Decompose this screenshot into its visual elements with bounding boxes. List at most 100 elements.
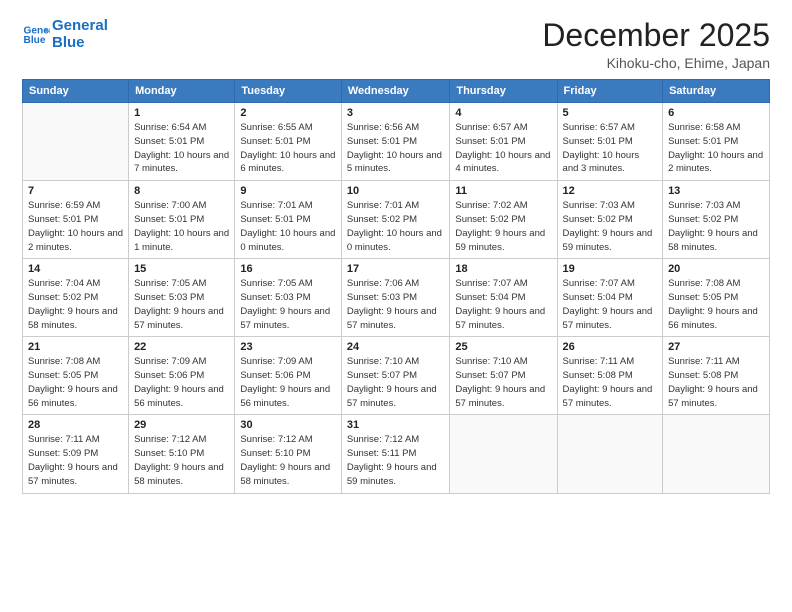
day-detail: Sunrise: 7:08 AMSunset: 5:05 PMDaylight:… — [668, 277, 764, 332]
day-number: 22 — [134, 341, 229, 353]
day-number: 10 — [347, 185, 445, 197]
day-detail: Sunrise: 7:01 AMSunset: 5:01 PMDaylight:… — [240, 199, 336, 254]
calendar-cell: 17 Sunrise: 7:06 AMSunset: 5:03 PMDayligh… — [341, 259, 450, 337]
calendar-week-row: 14 Sunrise: 7:04 AMSunset: 5:02 PMDayligh… — [23, 259, 770, 337]
day-detail: Sunrise: 7:02 AMSunset: 5:02 PMDaylight:… — [455, 199, 551, 254]
calendar-cell: 1Sunrise: 6:54 AMSunset: 5:01 PMDaylight… — [129, 103, 235, 181]
calendar-cell: 29 Sunrise: 7:12 AMSunset: 5:10 PMDayligh… — [129, 415, 235, 493]
calendar-cell: 12 Sunrise: 7:03 AMSunset: 5:02 PMDayligh… — [557, 181, 663, 259]
calendar-cell: 6 Sunrise: 6:58 AMSunset: 5:01 PMDaylight… — [663, 103, 770, 181]
calendar-cell: 14 Sunrise: 7:04 AMSunset: 5:02 PMDayligh… — [23, 259, 129, 337]
day-detail: Sunrise: 6:56 AMSunset: 5:01 PMDaylight:… — [347, 121, 445, 176]
day-detail: Sunrise: 7:04 AMSunset: 5:02 PMDaylight:… — [28, 277, 123, 332]
day-detail: Sunrise: 7:06 AMSunset: 5:03 PMDaylight:… — [347, 277, 445, 332]
title-block: December 2025 Kihoku-cho, Ehime, Japan — [542, 18, 770, 71]
logo-line2: Blue — [52, 34, 85, 51]
weekday-header-row: SundayMondayTuesdayWednesdayThursdayFrid… — [23, 80, 770, 103]
calendar-cell: 27 Sunrise: 7:11 AMSunset: 5:08 PMDayligh… — [663, 337, 770, 415]
calendar-cell: 2 Sunrise: 6:55 AMSunset: 5:01 PMDaylight… — [235, 103, 342, 181]
calendar-cell: 15Sunrise: 7:05 AMSunset: 5:03 PMDayligh… — [129, 259, 235, 337]
day-detail: Sunrise: 7:12 AMSunset: 5:10 PMDaylight:… — [240, 433, 336, 488]
calendar-cell: 26Sunrise: 7:11 AMSunset: 5:08 PMDayligh… — [557, 337, 663, 415]
calendar-cell: 10 Sunrise: 7:01 AMSunset: 5:02 PMDayligh… — [341, 181, 450, 259]
day-number: 13 — [668, 185, 764, 197]
calendar-cell: 18Sunrise: 7:07 AMSunset: 5:04 PMDayligh… — [450, 259, 557, 337]
day-detail: Sunrise: 6:57 AMSunset: 5:01 PMDaylight:… — [455, 121, 551, 176]
day-number: 4 — [455, 107, 551, 119]
weekday-header-cell: Wednesday — [341, 80, 450, 103]
calendar-cell: 21Sunrise: 7:08 AMSunset: 5:05 PMDayligh… — [23, 337, 129, 415]
day-number: 25 — [455, 341, 551, 353]
day-number: 7 — [28, 185, 123, 197]
calendar-cell: 20 Sunrise: 7:08 AMSunset: 5:05 PMDayligh… — [663, 259, 770, 337]
location: Kihoku-cho, Ehime, Japan — [542, 55, 770, 71]
calendar-cell — [450, 415, 557, 493]
day-number: 16 — [240, 263, 336, 275]
calendar-cell: 3 Sunrise: 6:56 AMSunset: 5:01 PMDaylight… — [341, 103, 450, 181]
day-number: 27 — [668, 341, 764, 353]
day-detail: Sunrise: 7:05 AMSunset: 5:03 PMDaylight:… — [240, 277, 336, 332]
day-detail: Sunrise: 7:07 AMSunset: 5:04 PMDaylight:… — [455, 277, 551, 332]
day-detail: Sunrise: 6:59 AMSunset: 5:01 PMDaylight:… — [28, 199, 123, 254]
day-number: 5 — [563, 107, 658, 119]
day-number: 30 — [240, 419, 336, 431]
day-number: 6 — [668, 107, 764, 119]
calendar-cell: 7 Sunrise: 6:59 AMSunset: 5:01 PMDaylight… — [23, 181, 129, 259]
svg-text:Blue: Blue — [24, 34, 46, 45]
day-number: 24 — [347, 341, 445, 353]
weekday-header-cell: Monday — [129, 80, 235, 103]
day-number: 15 — [134, 263, 229, 275]
weekday-header-cell: Thursday — [450, 80, 557, 103]
day-detail: Sunrise: 6:55 AMSunset: 5:01 PMDaylight:… — [240, 121, 336, 176]
day-detail: Sunrise: 7:03 AMSunset: 5:02 PMDaylight:… — [563, 199, 658, 254]
calendar-week-row: 1Sunrise: 6:54 AMSunset: 5:01 PMDaylight… — [23, 103, 770, 181]
day-number: 20 — [668, 263, 764, 275]
day-number: 28 — [28, 419, 123, 431]
calendar-cell: 9 Sunrise: 7:01 AMSunset: 5:01 PMDaylight… — [235, 181, 342, 259]
day-detail: Sunrise: 6:54 AMSunset: 5:01 PMDaylight:… — [134, 121, 229, 176]
day-detail: Sunrise: 7:12 AMSunset: 5:10 PMDaylight:… — [134, 433, 229, 488]
calendar-cell — [663, 415, 770, 493]
calendar-body: 1Sunrise: 6:54 AMSunset: 5:01 PMDaylight… — [23, 103, 770, 493]
day-detail: Sunrise: 7:10 AMSunset: 5:07 PMDaylight:… — [455, 355, 551, 410]
calendar-cell: 24 Sunrise: 7:10 AMSunset: 5:07 PMDayligh… — [341, 337, 450, 415]
calendar-week-row: 7 Sunrise: 6:59 AMSunset: 5:01 PMDaylight… — [23, 181, 770, 259]
day-number: 9 — [240, 185, 336, 197]
calendar-cell: 30 Sunrise: 7:12 AMSunset: 5:10 PMDayligh… — [235, 415, 342, 493]
day-number: 17 — [347, 263, 445, 275]
day-detail: Sunrise: 7:10 AMSunset: 5:07 PMDaylight:… — [347, 355, 445, 410]
day-detail: Sunrise: 7:09 AMSunset: 5:06 PMDaylight:… — [134, 355, 229, 410]
calendar-cell: 8Sunrise: 7:00 AMSunset: 5:01 PMDaylight… — [129, 181, 235, 259]
logo-icon: General Blue — [22, 21, 50, 49]
day-number: 2 — [240, 107, 336, 119]
day-detail: Sunrise: 7:09 AMSunset: 5:06 PMDaylight:… — [240, 355, 336, 410]
logo-line1: General — [52, 17, 108, 34]
calendar-table: SundayMondayTuesdayWednesdayThursdayFrid… — [22, 79, 770, 493]
day-detail: Sunrise: 6:58 AMSunset: 5:01 PMDaylight:… — [668, 121, 764, 176]
day-detail: Sunrise: 6:57 AMSunset: 5:01 PMDaylight:… — [563, 121, 658, 176]
day-number: 26 — [563, 341, 658, 353]
page: General Blue General Blue December 2025 … — [0, 0, 792, 612]
day-number: 29 — [134, 419, 229, 431]
day-detail: Sunrise: 7:12 AMSunset: 5:11 PMDaylight:… — [347, 433, 445, 488]
weekday-header-cell: Saturday — [663, 80, 770, 103]
day-detail: Sunrise: 7:01 AMSunset: 5:02 PMDaylight:… — [347, 199, 445, 254]
day-number: 12 — [563, 185, 658, 197]
day-number: 19 — [563, 263, 658, 275]
weekday-header-cell: Sunday — [23, 80, 129, 103]
calendar-cell: 4 Sunrise: 6:57 AMSunset: 5:01 PMDaylight… — [450, 103, 557, 181]
calendar-cell: 13Sunrise: 7:03 AMSunset: 5:02 PMDayligh… — [663, 181, 770, 259]
header: General Blue General Blue December 2025 … — [22, 18, 770, 71]
day-detail: Sunrise: 7:00 AMSunset: 5:01 PMDaylight:… — [134, 199, 229, 254]
weekday-header-cell: Tuesday — [235, 80, 342, 103]
weekday-header-cell: Friday — [557, 80, 663, 103]
day-detail: Sunrise: 7:11 AMSunset: 5:08 PMDaylight:… — [668, 355, 764, 410]
calendar-cell: 11Sunrise: 7:02 AMSunset: 5:02 PMDayligh… — [450, 181, 557, 259]
day-number: 3 — [347, 107, 445, 119]
calendar-cell — [23, 103, 129, 181]
calendar-cell: 25 Sunrise: 7:10 AMSunset: 5:07 PMDayligh… — [450, 337, 557, 415]
day-detail: Sunrise: 7:07 AMSunset: 5:04 PMDaylight:… — [563, 277, 658, 332]
day-number: 31 — [347, 419, 445, 431]
calendar-cell: 23Sunrise: 7:09 AMSunset: 5:06 PMDayligh… — [235, 337, 342, 415]
day-number: 14 — [28, 263, 123, 275]
